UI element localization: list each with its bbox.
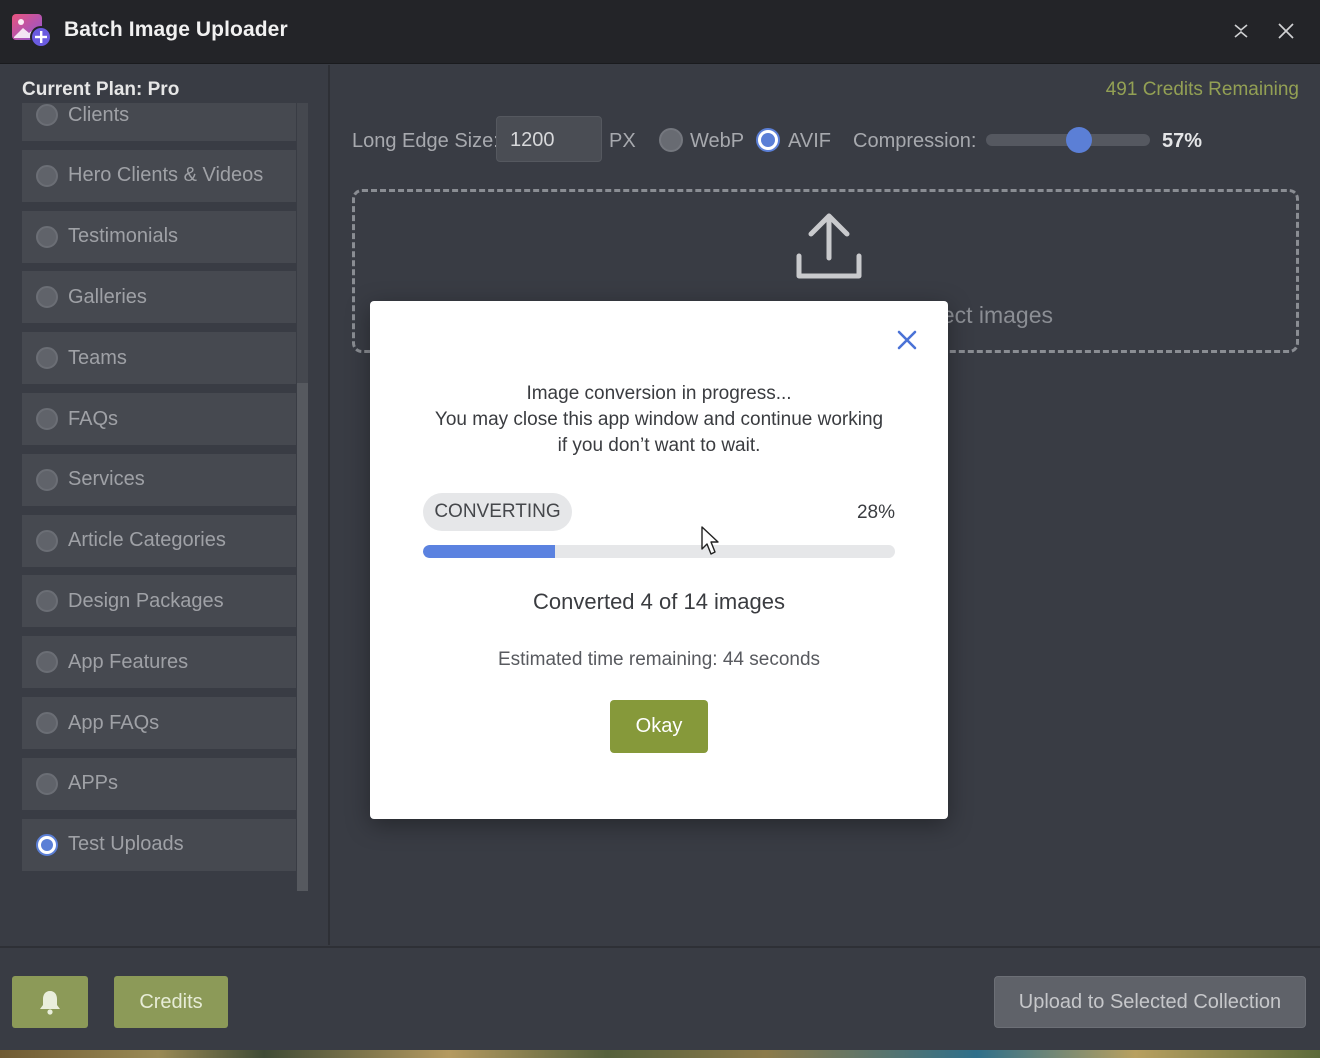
- sidebar-item-label: FAQs: [68, 407, 119, 430]
- webp-radio[interactable]: [659, 128, 683, 152]
- sidebar-item-label: Test Uploads: [68, 833, 184, 856]
- dialog-close-button[interactable]: [894, 327, 920, 353]
- dialog-message-line-2: You may close this app window and contin…: [434, 409, 884, 430]
- radio-button[interactable]: [36, 651, 58, 674]
- sidebar-item-app-features[interactable]: App Features: [22, 636, 296, 689]
- radio-button[interactable]: [36, 164, 58, 187]
- radio-button[interactable]: [36, 225, 58, 248]
- progress-bar: [423, 545, 895, 558]
- sidebar-item-label: Design Packages: [68, 589, 224, 612]
- sidebar-item-article-categories[interactable]: Article Categories: [22, 514, 296, 567]
- radio-button[interactable]: [36, 590, 58, 613]
- long-edge-label: Long Edge Size:: [352, 130, 499, 152]
- image-add-icon: [12, 14, 52, 48]
- sidebar-item-label: Clients: [68, 103, 130, 126]
- compression-slider-thumb[interactable]: [1066, 127, 1093, 153]
- radio-button[interactable]: [36, 468, 58, 491]
- upload-icon: [793, 210, 865, 282]
- sidebar-item-label: Testimonials: [68, 225, 179, 248]
- credits-button[interactable]: Credits: [114, 976, 228, 1028]
- unit-label: PX: [609, 130, 636, 152]
- bell-icon: [40, 991, 60, 1015]
- avif-radio[interactable]: [756, 128, 780, 152]
- sidebar-item-design-packages[interactable]: Design Packages: [22, 575, 296, 628]
- upload-to-collection-button[interactable]: Upload to Selected Collection: [994, 976, 1306, 1028]
- radio-button[interactable]: [36, 347, 58, 370]
- sidebar-item-test-uploads[interactable]: Test Uploads: [22, 818, 296, 871]
- close-icon: [1278, 23, 1294, 39]
- radio-button[interactable]: [36, 833, 58, 856]
- sidebar-item-label: App Features: [68, 650, 189, 673]
- mouse-cursor-icon: [701, 526, 721, 556]
- sidebar-item-testimonials[interactable]: Testimonials: [22, 210, 296, 263]
- sidebar-item-services[interactable]: Services: [22, 453, 296, 506]
- conversion-progress-dialog: Image conversion in progress... You may …: [370, 301, 948, 819]
- time-remaining: Estimated time remaining: 44 seconds: [497, 649, 821, 670]
- progress-percent: 28%: [856, 502, 895, 523]
- sidebar-item-apps[interactable]: APPs: [22, 757, 296, 810]
- title-bar: Batch Image Uploader: [0, 0, 1320, 64]
- sidebar-item-teams[interactable]: Teams: [22, 332, 296, 385]
- long-edge-input[interactable]: 1200: [496, 116, 602, 162]
- sidebar-scrollbar-thumb[interactable]: [297, 383, 308, 891]
- sidebar-item-label: Services: [68, 468, 145, 491]
- credits-remaining: 491 Credits Remaining: [1105, 79, 1299, 100]
- sidebar-item-label: Article Categories: [68, 529, 226, 552]
- webp-label: WebP: [690, 130, 745, 152]
- sidebar-item-label: Hero Clients & Videos: [68, 164, 264, 187]
- radio-button[interactable]: [36, 772, 58, 795]
- sidebar-item-label: Galleries: [68, 285, 147, 308]
- app-window: Batch Image Uploader Current Plan: Pro C…: [0, 0, 1320, 1058]
- bottom-bar: Credits Upload to Selected Collection: [0, 946, 1320, 1058]
- collection-list[interactable]: Clients Hero Clients & Videos Testimonials…: [22, 103, 296, 885]
- sidebar-item-app-faqs[interactable]: App FAQs: [22, 697, 296, 749]
- sidebar-item-label: Teams: [68, 346, 127, 369]
- sidebar-item-label: APPs: [68, 772, 119, 795]
- app-title: Batch Image Uploader: [64, 18, 288, 41]
- radio-button[interactable]: [36, 408, 58, 430]
- sidebar-item-clients[interactable]: Clients: [22, 103, 296, 141]
- sidebar-item-faqs[interactable]: FAQs: [22, 393, 296, 445]
- status-badge: CONVERTING: [423, 493, 572, 531]
- progress-bar-fill: [423, 545, 556, 558]
- radio-button[interactable]: [36, 529, 58, 552]
- compression-value: 57%: [1162, 130, 1203, 152]
- radio-button[interactable]: [36, 104, 58, 126]
- converted-count: Converted 4 of 14 images: [533, 589, 785, 614]
- collapse-button[interactable]: [1226, 16, 1256, 46]
- avif-label: AVIF: [788, 130, 831, 152]
- compression-label: Compression:: [853, 130, 977, 152]
- radio-button[interactable]: [36, 286, 58, 309]
- notifications-button[interactable]: [12, 976, 88, 1028]
- dialog-message-line-1: Image conversion in progress...: [526, 383, 792, 404]
- collapse-icon: [1234, 24, 1248, 38]
- okay-button[interactable]: Okay: [610, 700, 708, 753]
- sidebar-item-galleries[interactable]: Galleries: [22, 271, 296, 324]
- dialog-message-line-3: if you don’t want to wait.: [557, 435, 761, 456]
- sidebar: Current Plan: Pro Clients Hero Clients & …: [0, 65, 330, 945]
- desktop-background-strip: [0, 1050, 1320, 1058]
- sidebar-item-label: App FAQs: [68, 711, 160, 734]
- sidebar-item-hero-clients-and-videos[interactable]: Hero Clients & Videos: [22, 149, 296, 202]
- close-icon: [897, 330, 917, 350]
- window-close-button[interactable]: [1271, 16, 1301, 46]
- plan-label: Current Plan: Pro: [22, 79, 180, 100]
- radio-button[interactable]: [36, 712, 58, 734]
